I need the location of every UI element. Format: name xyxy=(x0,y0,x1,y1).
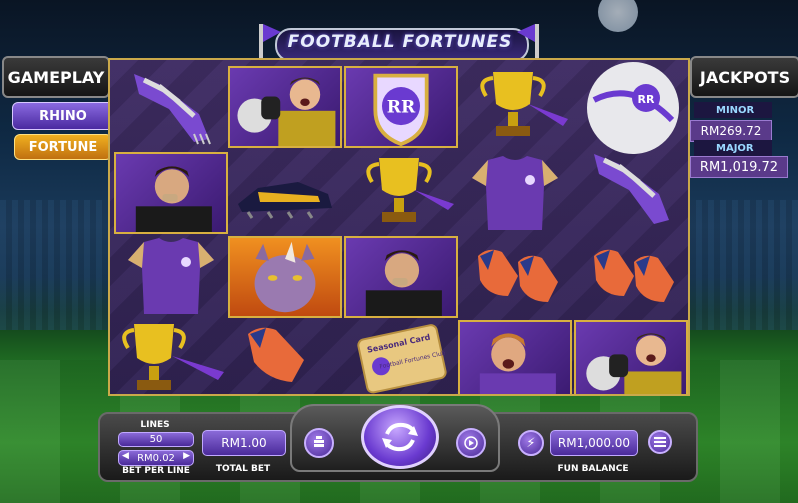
rhino-icon xyxy=(228,236,342,318)
svg-text:RR: RR xyxy=(387,98,416,118)
lightning-icon: ⚡ xyxy=(526,435,536,451)
autoplay-button[interactable] xyxy=(456,428,486,458)
spin-button[interactable] xyxy=(361,405,439,469)
moon-decoration xyxy=(598,0,638,32)
menu-button[interactable] xyxy=(648,430,672,454)
gloves-icon xyxy=(458,236,572,318)
balance-label: FUN BALANCE xyxy=(557,464,629,474)
game-scene: FOOTBALL FORTUNES GAMEPLAY RHINO FORTUNE… xyxy=(0,0,798,503)
seasonal-card-icon: Seasonal Card Football Fortunes Club xyxy=(344,318,458,394)
coin-stack-icon xyxy=(314,436,324,447)
lines-label: LINES xyxy=(140,420,170,430)
football-icon: RR xyxy=(574,60,688,156)
minor-jackpot-value: RM269.72 xyxy=(690,120,772,142)
spin-arrows-icon xyxy=(382,422,418,452)
bet-per-line-selector[interactable]: ◀ RM0.02 ▶ xyxy=(118,450,194,466)
game-title: FOOTBALL FORTUNES xyxy=(287,32,513,52)
minor-jackpot-label: MINOR xyxy=(694,102,772,118)
reel-grid: RR RR Seasonal Card Football Fortunes Cl… xyxy=(108,58,690,396)
bet-per-line-label: BET PER LINE xyxy=(122,466,190,476)
trophy-icon xyxy=(458,64,572,146)
referee-icon xyxy=(344,236,458,318)
jersey-icon xyxy=(114,236,228,318)
major-jackpot-label: MAJOR xyxy=(694,140,772,156)
gameplay-tab[interactable]: GAMEPLAY xyxy=(2,56,110,98)
jackpots-tab[interactable]: JACKPOTS xyxy=(690,56,798,98)
trophy-icon xyxy=(114,318,228,394)
max-bet-button[interactable] xyxy=(304,428,334,458)
jersey-icon xyxy=(458,152,572,234)
boot-icon xyxy=(228,152,342,234)
balance-value: RM1,000.00 xyxy=(550,430,638,456)
lines-value[interactable]: 50 xyxy=(118,432,194,447)
gloves-icon xyxy=(574,236,688,318)
turbo-button[interactable]: ⚡ xyxy=(518,430,544,456)
trophy-icon xyxy=(344,152,458,234)
menu-icon xyxy=(654,437,666,447)
bet-per-line-value: RM0.02 xyxy=(137,452,175,464)
increase-bet-icon[interactable]: ▶ xyxy=(183,451,190,461)
svg-text:RR: RR xyxy=(638,93,655,106)
goalkeeper-icon xyxy=(574,320,688,394)
autoplay-icon xyxy=(464,436,478,450)
flag-icon xyxy=(517,24,539,60)
striker-icon xyxy=(458,320,572,394)
decrease-bet-icon[interactable]: ◀ xyxy=(122,451,129,461)
fortune-button[interactable]: FORTUNE xyxy=(14,134,112,160)
total-bet-label: TOTAL BET xyxy=(215,464,271,474)
club-crest-icon: RR xyxy=(344,66,458,148)
rhino-button[interactable]: RHINO xyxy=(12,102,114,130)
total-bet-value[interactable]: RM1.00 xyxy=(202,430,286,456)
scarf-icon xyxy=(114,64,228,146)
scarf-icon xyxy=(574,148,688,230)
referee-icon xyxy=(114,152,228,234)
gloves-icon xyxy=(228,318,342,394)
major-jackpot-value: RM1,019.72 xyxy=(690,156,788,178)
goalkeeper-icon xyxy=(228,66,342,148)
